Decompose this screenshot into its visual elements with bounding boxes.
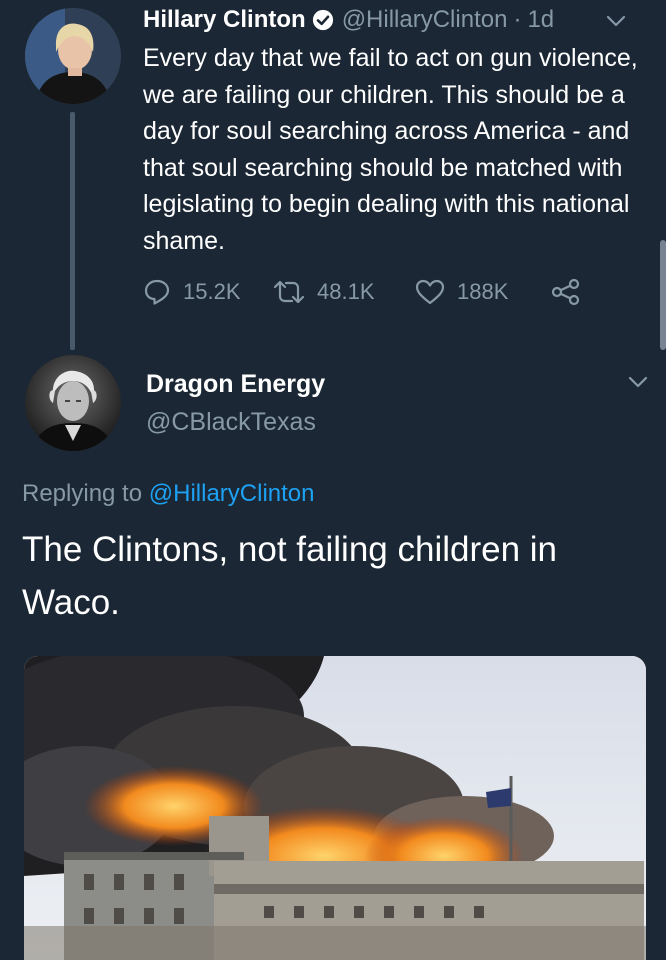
thread-connector-line — [70, 112, 75, 350]
retweet-icon — [273, 280, 305, 304]
tweet2-media-image[interactable] — [24, 656, 646, 960]
dragon-energy-avatar[interactable] — [25, 355, 121, 451]
chevron-down-icon[interactable] — [628, 375, 648, 389]
tweet1-author-name[interactable]: Hillary Clinton — [143, 6, 306, 34]
replying-to-label: Replying to — [22, 480, 143, 507]
scrollbar-thumb[interactable] — [660, 240, 666, 350]
reply-count: 15.2K — [183, 279, 241, 304]
replying-to-link[interactable]: @HillaryClinton — [149, 480, 315, 507]
retweet-button[interactable]: 48.1K — [273, 278, 375, 306]
tweet2-author-name[interactable]: Dragon Energy — [146, 370, 325, 399]
share-icon — [551, 278, 580, 306]
tweet1-header: Hillary Clinton @HillaryClinton · 1d — [143, 6, 554, 34]
tweet1-handle[interactable]: @HillaryClinton — [342, 6, 508, 34]
tweet1-body: Every day that we fail to act on gun vio… — [143, 44, 638, 255]
tweet1-action-bar: 15.2K 48.1K 188K — [143, 278, 623, 314]
tweet1-timestamp[interactable]: 1d — [527, 6, 554, 34]
hillary-avatar-image — [25, 8, 121, 104]
like-count: 188K — [457, 279, 509, 304]
chevron-down-icon[interactable] — [606, 14, 626, 28]
burning-building-photo — [24, 656, 646, 960]
retweet-count: 48.1K — [317, 279, 375, 304]
dragon-energy-avatar-image — [25, 355, 121, 451]
reply-icon — [144, 279, 170, 305]
replying-to-line: Replying to @HillaryClinton — [22, 480, 315, 508]
tweet2-body: The Clintons, not failing children in Wa… — [22, 530, 558, 622]
verified-badge-icon — [312, 9, 333, 31]
like-icon — [415, 279, 445, 305]
like-button[interactable]: 188K — [415, 278, 508, 306]
hillary-avatar[interactable] — [25, 8, 121, 104]
tweet2-handle[interactable]: @CBlackTexas — [146, 408, 316, 437]
tweet1-dot-separator: · — [513, 6, 522, 33]
reply-button[interactable]: 15.2K — [143, 278, 241, 306]
share-button[interactable] — [551, 278, 593, 306]
